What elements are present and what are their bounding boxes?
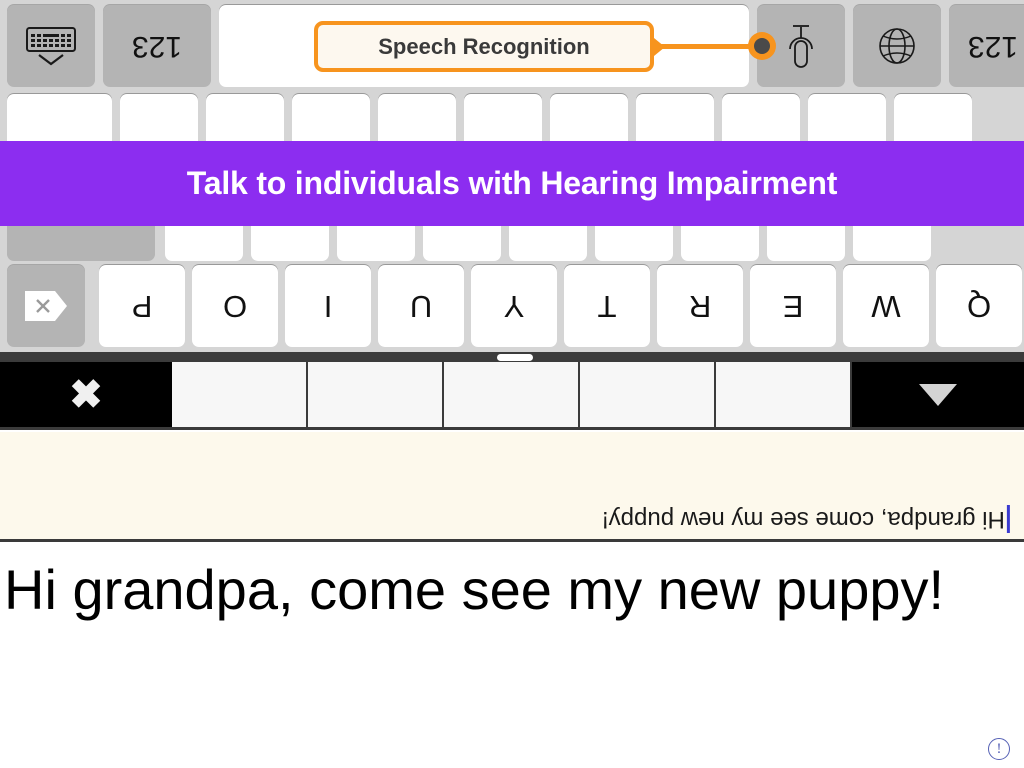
callout-target-dot bbox=[748, 32, 776, 60]
text-input-value: Hi grandpa, come see my new puppy! bbox=[602, 506, 1005, 533]
key-q[interactable]: Q bbox=[936, 265, 1022, 347]
speech-recognition-callout[interactable]: Speech Recognition bbox=[314, 21, 654, 72]
backspace-key[interactable] bbox=[7, 265, 85, 347]
key-w-label: W bbox=[871, 289, 901, 324]
feature-banner: Talk to individuals with Hearing Impairm… bbox=[0, 141, 1024, 226]
key-w[interactable]: W bbox=[843, 265, 929, 347]
key-i-label: I bbox=[323, 289, 333, 324]
numbers-key-left-label: 123 bbox=[131, 30, 183, 63]
info-badge[interactable]: ! bbox=[988, 738, 1010, 760]
key-r[interactable]: R bbox=[657, 265, 743, 347]
close-button[interactable]: ✖ bbox=[0, 362, 172, 427]
suggestion-cell[interactable] bbox=[172, 362, 308, 427]
key-y-label: Y bbox=[503, 289, 525, 324]
key-o[interactable]: O bbox=[192, 265, 278, 347]
key-i[interactable]: I bbox=[285, 265, 371, 347]
key-t-label: T bbox=[597, 289, 617, 324]
key-e-label: E bbox=[782, 289, 804, 324]
message-display-area: Hi grandpa, come see my new puppy! bbox=[0, 545, 1024, 768]
collapse-button[interactable] bbox=[852, 362, 1024, 427]
suggestion-cell[interactable] bbox=[308, 362, 444, 427]
keyboard-dismiss-icon bbox=[25, 26, 77, 66]
speech-recognition-callout-label: Speech Recognition bbox=[378, 33, 590, 59]
chevron-down-icon bbox=[919, 383, 957, 406]
suggestion-cell[interactable] bbox=[716, 362, 852, 427]
key-r-label: R bbox=[688, 289, 712, 324]
key-u[interactable]: U bbox=[378, 265, 464, 347]
text-cursor bbox=[1007, 505, 1010, 533]
text-input-field[interactable]: Hi grandpa, come see my new puppy! bbox=[0, 432, 1024, 542]
numbers-key-left[interactable]: 123 bbox=[103, 5, 211, 87]
info-badge-label: ! bbox=[996, 740, 1002, 757]
globe-key[interactable] bbox=[853, 5, 941, 87]
text-input-inner: Hi grandpa, come see my new puppy! bbox=[602, 505, 1010, 533]
key-p-label: P bbox=[131, 289, 153, 324]
backspace-icon bbox=[23, 289, 69, 323]
close-icon: ✖ bbox=[69, 372, 103, 417]
numbers-key-right-label: 123 bbox=[967, 30, 1019, 63]
suggestion-cell[interactable] bbox=[444, 362, 580, 427]
key-p[interactable]: P bbox=[99, 265, 185, 347]
message-display-text: Hi grandpa, come see my new puppy! bbox=[4, 558, 945, 621]
suggestion-toolbar-wrapper: ✖ bbox=[0, 352, 1024, 430]
keyboard-letters-row: P O I U Y T R E W Q bbox=[0, 265, 1024, 347]
feature-banner-text: Talk to individuals with Hearing Impairm… bbox=[186, 165, 838, 201]
key-y[interactable]: Y bbox=[471, 265, 557, 347]
hide-keyboard-key[interactable] bbox=[7, 5, 95, 87]
numbers-key-right[interactable]: 123 bbox=[949, 5, 1024, 87]
key-t[interactable]: T bbox=[564, 265, 650, 347]
suggestion-cell[interactable] bbox=[580, 362, 716, 427]
key-o-label: O bbox=[222, 289, 248, 324]
globe-icon bbox=[877, 26, 917, 66]
key-e[interactable]: E bbox=[750, 265, 836, 347]
key-u-label: U bbox=[409, 289, 433, 324]
toolbar-drag-handle[interactable] bbox=[497, 354, 533, 361]
suggestion-toolbar: ✖ bbox=[0, 362, 1024, 427]
microphone-icon bbox=[786, 23, 816, 69]
key-q-label: Q bbox=[966, 289, 992, 324]
